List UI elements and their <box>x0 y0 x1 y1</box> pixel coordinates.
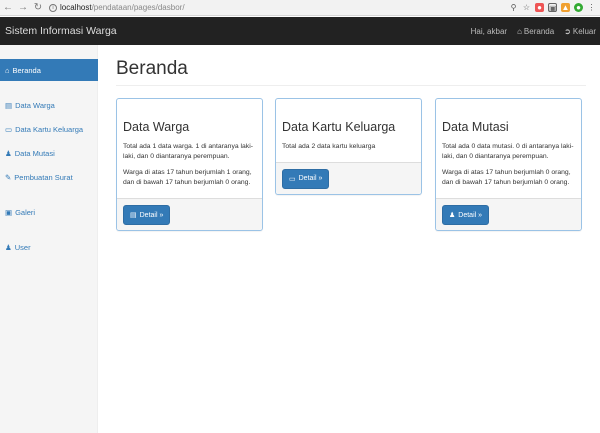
forward-icon[interactable]: → <box>16 1 30 15</box>
card-icon: ▭ <box>289 175 296 183</box>
sidebar-item-data-kartu-keluarga[interactable]: ▭ Data Kartu Keluarga <box>0 122 98 136</box>
url-host: localhost <box>60 3 92 12</box>
sidebar-item-data-mutasi[interactable]: ♟ Data Mutasi <box>0 146 98 160</box>
sidebar-item-pembuatan-surat[interactable]: ✎ Pembuatan Surat <box>0 170 98 184</box>
url-path: /pendataan/pages/dasbor/ <box>91 3 185 12</box>
panel-title: Data Mutasi <box>442 120 509 134</box>
panel-text: Warga di atas 17 tahun berjumlah 0 orang… <box>442 169 571 186</box>
button-label: Detail » <box>139 211 164 219</box>
star-icon[interactable]: ☆ <box>522 3 531 12</box>
detail-button-data-kartu-keluarga[interactable]: ▭ Detail » <box>282 168 330 189</box>
nav-logout-link[interactable]: ➲ Keluar <box>564 27 596 36</box>
panel-data-kartu-keluarga: Data Kartu Keluarga Total ada 2 data kar… <box>275 98 422 195</box>
nav-home-link[interactable]: ⌂ Beranda <box>517 27 554 36</box>
sidebar-item-user[interactable]: ♟ User <box>0 240 98 254</box>
sidebar-item-label: Data Kartu Keluarga <box>15 124 84 134</box>
panel-data-mutasi: Data Mutasi Total ada 0 data mutasi. 0 d… <box>435 98 582 231</box>
top-navbar: Sistem Informasi Warga Hai, akbar ⌂ Bera… <box>0 17 600 45</box>
extension-red-icon[interactable]: ● <box>535 3 544 12</box>
panel-text: Total ada 2 data kartu keluarga <box>282 143 376 150</box>
menu-icon[interactable]: ⋮ <box>587 3 596 12</box>
sidebar-item-label: Data Mutasi <box>14 148 55 158</box>
user-icon: ♟ <box>449 212 456 219</box>
logout-icon: ➲ <box>564 26 571 36</box>
book-icon: ▤ <box>5 100 13 110</box>
detail-button-data-warga[interactable]: ▤ Detail » <box>123 205 171 225</box>
sidebar-item-data-warga[interactable]: ▤ Data Warga <box>0 98 98 112</box>
sidebar-item-label: Beranda <box>12 65 41 75</box>
back-icon[interactable]: ← <box>1 1 15 15</box>
info-icon[interactable]: i <box>49 3 57 12</box>
card-icon: ▭ <box>5 124 13 134</box>
sidebar-item-beranda[interactable]: ⌂ Beranda <box>0 59 98 81</box>
sidebar-item-label: Pembuatan Surat <box>14 172 73 182</box>
panel-text: Total ada 0 data mutasi. 0 di antaranya … <box>442 143 574 160</box>
sidebar-item-label: Data Warga <box>15 100 55 110</box>
button-label: Detail » <box>458 211 483 219</box>
extension-grid-icon[interactable]: ▣ <box>548 3 557 13</box>
brand-title[interactable]: Sistem Informasi Warga <box>5 25 117 37</box>
key-icon[interactable]: ⚲ <box>509 3 518 12</box>
main-content: Beranda Data Warga Total ada 1 data warg… <box>98 45 600 433</box>
sidebar-item-galeri[interactable]: ▣ Galeri <box>0 205 98 219</box>
panel-text: Warga di atas 17 tahun berjumlah 1 orang… <box>123 169 252 186</box>
reload-icon[interactable]: ↻ <box>31 1 45 15</box>
home-icon: ⌂ <box>517 26 522 36</box>
greeting-text: Hai, akbar <box>470 26 508 36</box>
page-title: Beranda <box>116 58 188 79</box>
title-divider <box>116 85 586 86</box>
home-icon: ⌂ <box>5 65 10 75</box>
panel-title: Data Kartu Keluarga <box>282 120 396 134</box>
address-bar[interactable]: i localhost /pendataan/pages/dasbor/ <box>49 3 185 12</box>
picture-icon: ▣ <box>5 207 13 217</box>
detail-button-data-mutasi[interactable]: ♟ Detail » <box>442 205 490 225</box>
panel-data-warga: Data Warga Total ada 1 data warga. 1 di … <box>116 98 263 231</box>
pencil-icon: ✎ <box>5 172 12 182</box>
extension-orange-icon[interactable]: ▲ <box>561 3 570 12</box>
panel-text: Total ada 1 data warga. 1 di antaranya l… <box>123 143 253 160</box>
sidebar-item-label: User <box>14 242 31 252</box>
panel-title: Data Warga <box>123 120 190 134</box>
sidebar: ⌂ Beranda ▤ Data Warga ▭ Data Kartu Kelu… <box>0 45 98 433</box>
sidebar-item-label: Galeri <box>15 207 36 217</box>
extension-green-icon[interactable]: ● <box>574 3 583 12</box>
user-icon: ♟ <box>5 242 12 252</box>
nav-home-label: Beranda <box>523 26 555 36</box>
button-label: Detail » <box>298 175 323 182</box>
nav-logout-label: Keluar <box>572 26 596 36</box>
browser-toolbar: ← → ↻ i localhost /pendataan/pages/dasbo… <box>0 0 600 16</box>
user-icon: ♟ <box>5 148 12 158</box>
book-icon: ▤ <box>130 212 137 219</box>
